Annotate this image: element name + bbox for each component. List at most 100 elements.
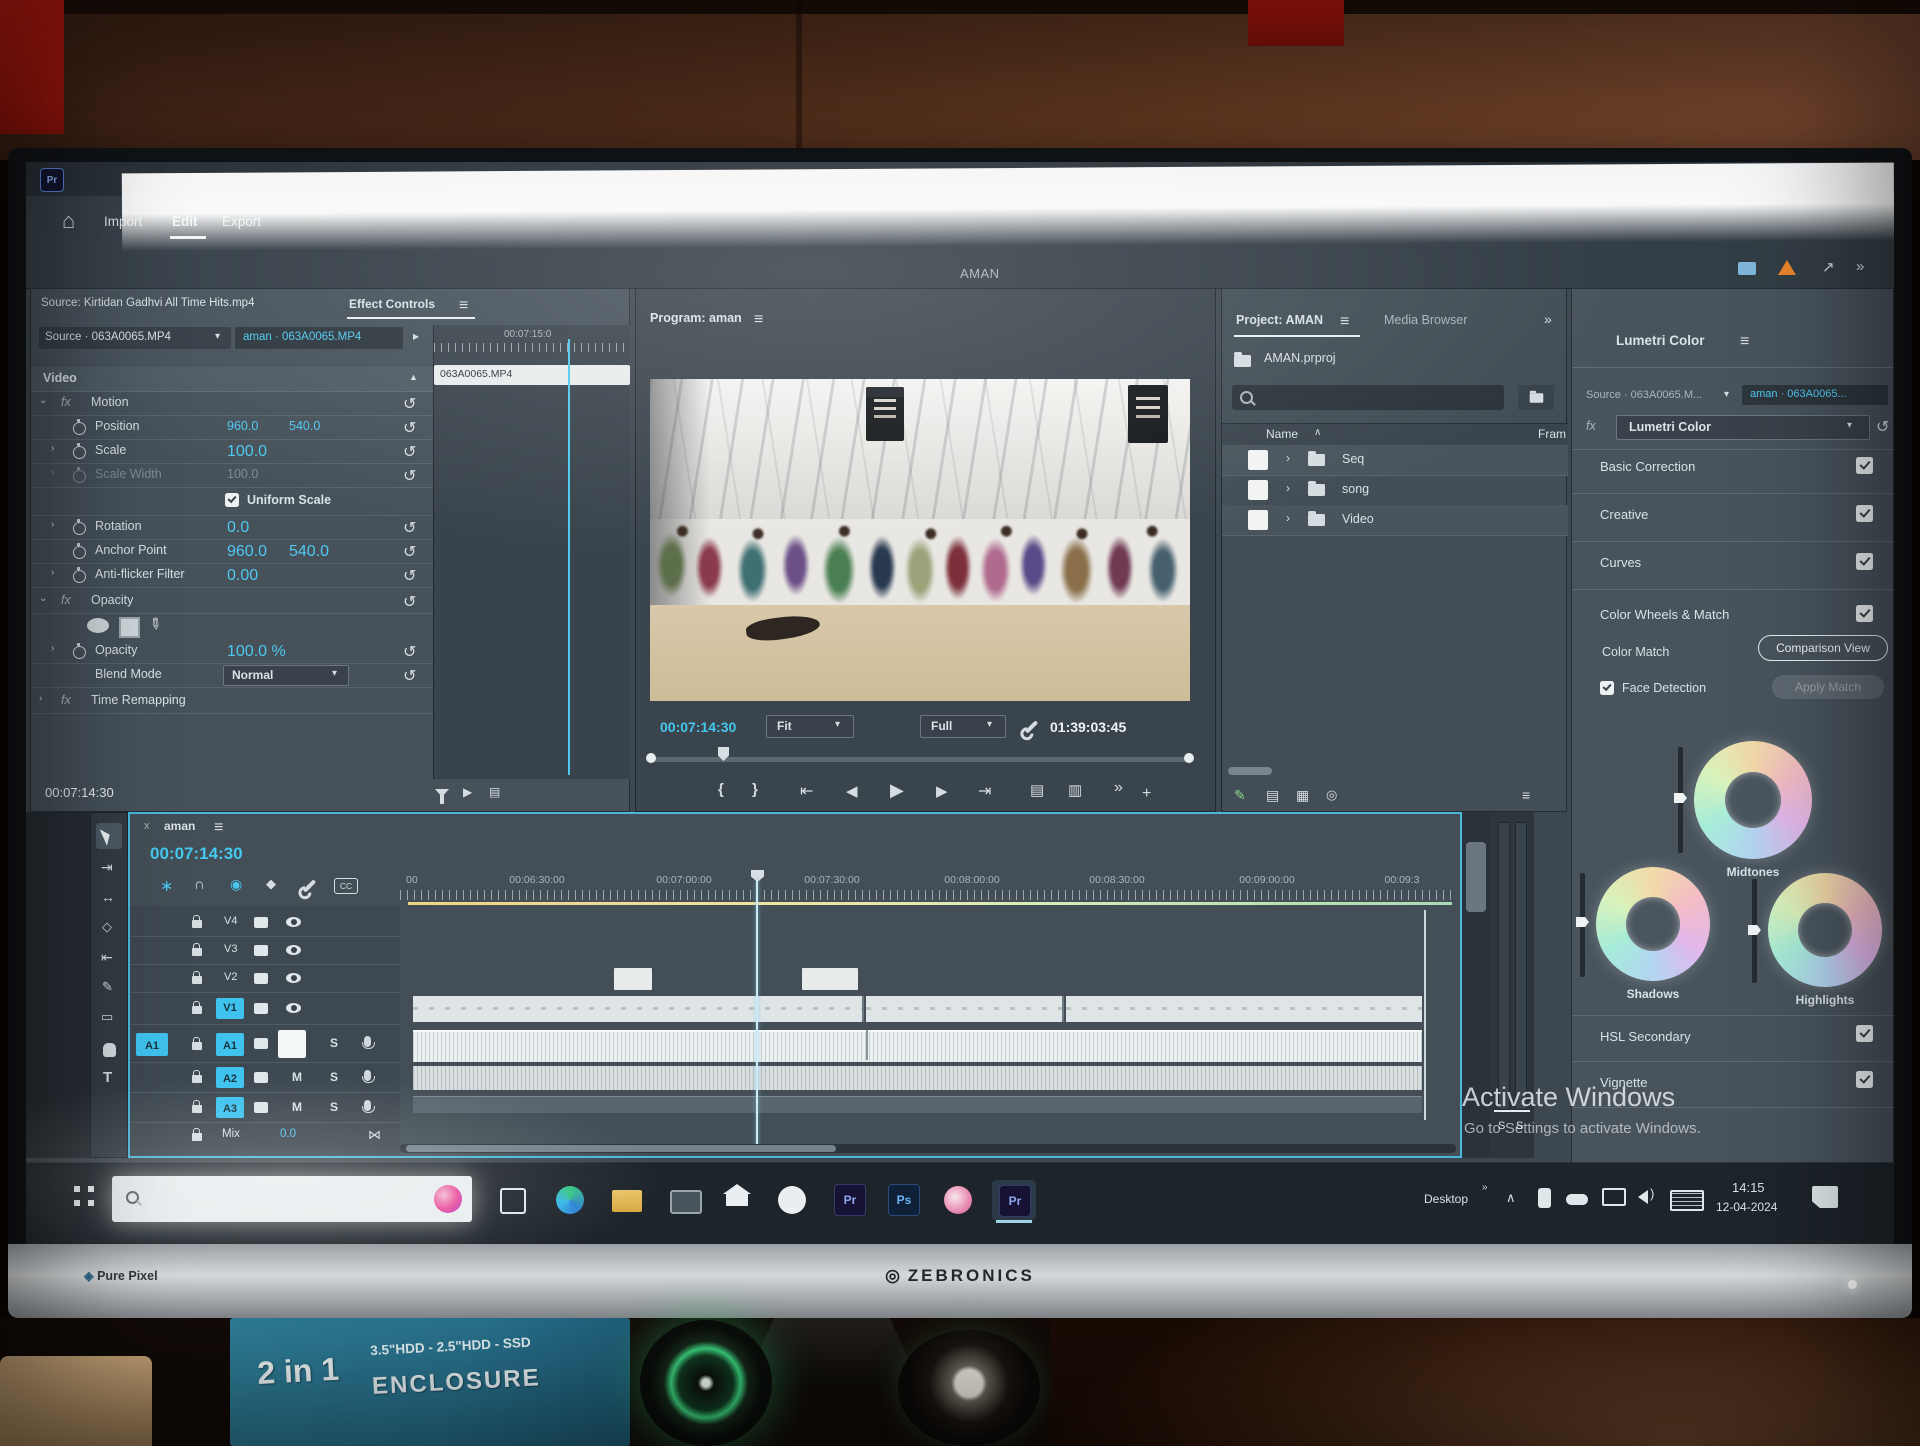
mark-in-button[interactable]: {	[718, 781, 724, 798]
lock-icon[interactable]	[192, 1105, 202, 1113]
uniform-scale-checkbox[interactable]	[225, 493, 239, 507]
track-header-a3[interactable]: A3 M S	[130, 1094, 400, 1123]
lock-icon[interactable]	[192, 920, 202, 928]
clip-v1[interactable]	[413, 996, 864, 1022]
playback-resolution-select[interactable]: Full ▾	[920, 715, 1006, 738]
panel-menu-icon[interactable]: ≡	[459, 297, 468, 315]
hsl-secondary-checkbox[interactable]	[1856, 1025, 1873, 1042]
pen-mask-icon[interactable]: ✎	[145, 613, 166, 635]
creative-checkbox[interactable]	[1856, 505, 1873, 522]
loop-icon[interactable]: ▤	[489, 785, 500, 799]
reset-icon[interactable]: ↺	[403, 542, 416, 562]
track-header-a2[interactable]: A2 M S	[130, 1064, 400, 1093]
ec-mini-clip[interactable]: 063A0065.MP4	[434, 365, 630, 385]
search-highlights-icon[interactable]	[434, 1185, 462, 1213]
tray-volume-icon[interactable]	[1638, 1190, 1648, 1204]
track-target-icon[interactable]	[254, 917, 268, 928]
track-output-eye-icon[interactable]	[286, 945, 301, 955]
rectangle-tool[interactable]: ▭	[101, 1009, 113, 1025]
track-name[interactable]: V4	[224, 915, 237, 927]
twirl-icon[interactable]: ⌄	[39, 395, 47, 406]
tab-sequence[interactable]: aman	[164, 819, 195, 833]
lift-button[interactable]: ▤	[1030, 781, 1044, 799]
track-target-icon[interactable]	[254, 1102, 268, 1113]
zoom-level-select[interactable]: Fit ▾	[766, 715, 854, 738]
automation-button-glare[interactable]	[278, 1030, 306, 1058]
reset-icon[interactable]: ↺	[403, 592, 416, 612]
step-forward-button[interactable]: ▶	[936, 782, 948, 800]
voiceover-record-icon[interactable]	[364, 1070, 371, 1081]
stopwatch-icon[interactable]	[73, 422, 86, 435]
stopwatch-icon[interactable]	[73, 570, 86, 583]
task-view-button[interactable]	[500, 1188, 526, 1214]
reset-icon[interactable]: ↺	[403, 642, 416, 662]
lumetri-title[interactable]: Lumetri Color	[1616, 333, 1705, 348]
ellipse-mask-icon[interactable]	[87, 618, 109, 633]
clip-v1[interactable]	[1066, 996, 1422, 1022]
timeline-settings-icon[interactable]: ◉	[230, 876, 242, 893]
ec-panel-timecode[interactable]: 00:07:14:30	[45, 785, 114, 800]
section-basic-correction[interactable]: Basic Correction	[1600, 459, 1695, 474]
tab-program[interactable]: Program: aman	[650, 311, 742, 325]
track-select-tool[interactable]: ⇥	[101, 859, 113, 876]
track-output-eye-icon[interactable]	[286, 973, 301, 983]
tab-project[interactable]: Project: AMAN	[1236, 313, 1323, 327]
twirl-right-icon[interactable]: ›	[51, 567, 54, 578]
face-detection-checkbox[interactable]	[1600, 681, 1614, 695]
snap-icon[interactable]: ∗	[160, 876, 173, 896]
project-zoom-icon[interactable]: ◎	[1326, 787, 1337, 803]
clip-a1[interactable]	[413, 1030, 1422, 1062]
color-wheels-checkbox[interactable]	[1856, 605, 1873, 622]
stopwatch-icon[interactable]	[73, 646, 86, 659]
photos-app-icon[interactable]	[944, 1186, 972, 1214]
new-item-pen-icon[interactable]: ✎	[1234, 787, 1246, 804]
panel-menu-icon[interactable]: ≡	[214, 819, 223, 837]
add-button-icon[interactable]: +	[1142, 785, 1151, 803]
stopwatch-icon[interactable]	[73, 546, 86, 559]
play-only-icon[interactable]: ▶	[463, 785, 472, 799]
twirl-right-icon[interactable]: ›	[51, 519, 54, 530]
lumetri-target-chip[interactable]: aman · 063A0065...	[1742, 385, 1888, 405]
reset-icon[interactable]: ↺	[403, 442, 416, 462]
project-breadcrumb[interactable]: AMAN.prproj	[1264, 351, 1336, 365]
timeline-close-icon[interactable]: x	[144, 820, 150, 832]
apply-match-button[interactable]: Apply Match	[1772, 675, 1884, 699]
midtones-slider-handle[interactable]	[1674, 793, 1687, 803]
pen-tool[interactable]: ✎	[102, 979, 113, 995]
solo-button[interactable]: S	[330, 1070, 338, 1084]
reset-icon[interactable]: ↺	[403, 566, 416, 586]
tab-effect-controls[interactable]: Effect Controls	[349, 297, 435, 311]
lock-icon[interactable]	[192, 1042, 202, 1050]
ec-opacity-value[interactable]: 100.0 %	[227, 643, 286, 661]
ripple-edit-tool[interactable]: ↔	[101, 889, 115, 905]
button-overflow[interactable]: »	[1114, 779, 1123, 797]
go-to-out-button[interactable]: ⇥	[978, 781, 991, 801]
shadows-slider-handle[interactable]	[1576, 917, 1589, 927]
project-search-box[interactable]	[1232, 385, 1504, 410]
twirl-right-icon[interactable]: ›	[1286, 511, 1290, 525]
track-header-v3[interactable]: V3	[130, 938, 400, 965]
timeline-ruler-ticks[interactable]	[400, 890, 1456, 900]
bin-row[interactable]: › Seq	[1222, 445, 1568, 476]
tray-cloud-icon[interactable]	[1566, 1194, 1588, 1205]
mix-keyframe-icon[interactable]: ⋈	[368, 1127, 381, 1143]
section-color-wheels[interactable]: Color Wheels & Match	[1600, 607, 1729, 622]
stopwatch-icon[interactable]	[73, 522, 86, 535]
highlights-slider-handle[interactable]	[1748, 925, 1761, 935]
panel-menu-icon[interactable]: ≡	[1340, 313, 1349, 331]
solo-button[interactable]: S	[330, 1036, 338, 1050]
solo-button[interactable]: S	[330, 1100, 338, 1114]
track-header-a1[interactable]: A1 A1 S	[130, 1028, 400, 1063]
toolbar-expand-icon[interactable]: »	[1482, 1182, 1488, 1193]
filter-properties-icon[interactable]	[435, 789, 449, 797]
photoshop-taskbar-icon[interactable]: Ps	[888, 1184, 920, 1216]
lock-icon[interactable]	[192, 1006, 202, 1014]
track-output-eye-icon[interactable]	[286, 917, 301, 927]
linked-selection-icon[interactable]: ∩	[194, 876, 205, 893]
vignette-checkbox[interactable]	[1856, 1071, 1873, 1088]
ec-antiflicker-value[interactable]: 0.00	[227, 567, 258, 585]
ec-source-clip-select[interactable]: Source · 063A0065.MP4 ▾	[39, 327, 231, 349]
go-to-in-button[interactable]: ⇤	[800, 781, 813, 801]
twirl-icon[interactable]: ⌄	[39, 593, 47, 604]
timeline-hscroll-handle[interactable]	[406, 1145, 836, 1152]
